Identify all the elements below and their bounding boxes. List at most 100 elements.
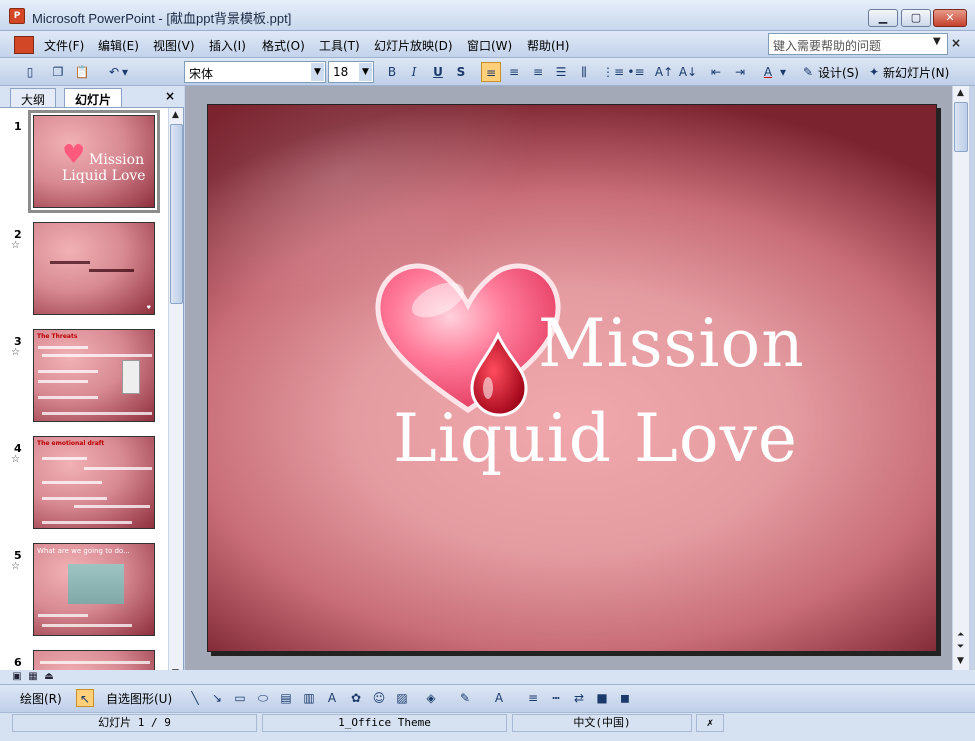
pane-close-icon[interactable]: × bbox=[165, 89, 175, 103]
document-icon[interactable] bbox=[14, 36, 34, 54]
font-size-value: 18 bbox=[333, 65, 349, 79]
align-center-icon[interactable]: ≡ bbox=[504, 62, 524, 82]
underline-button[interactable]: U bbox=[428, 62, 448, 82]
menu-insert[interactable]: 插入(I) bbox=[209, 37, 246, 54]
font-size-select[interactable]: 18 ▼ bbox=[328, 61, 374, 83]
minimize-button[interactable]: ▁ bbox=[868, 9, 898, 27]
shadow-button[interactable]: S bbox=[451, 62, 471, 82]
fill-color-icon[interactable]: ◈ bbox=[422, 689, 440, 707]
scroll-up-icon[interactable]: ▲ bbox=[172, 110, 179, 120]
shadow-style-icon[interactable]: ■ bbox=[593, 689, 611, 707]
decrease-indent-icon[interactable]: ⇤ bbox=[706, 62, 726, 82]
slide-thumbnail-2[interactable]: ♥ bbox=[33, 222, 155, 315]
bold-button[interactable]: B bbox=[382, 62, 402, 82]
maximize-button[interactable]: ▢ bbox=[901, 9, 931, 27]
slide-thumbnail-3[interactable]: The Threats bbox=[33, 329, 155, 422]
dash-style-icon[interactable]: ┅ bbox=[547, 689, 565, 707]
copy-icon[interactable]: ❐ bbox=[48, 62, 68, 82]
font-color-icon[interactable]: A bbox=[490, 689, 508, 707]
animation-star-icon: ☆ bbox=[11, 347, 20, 358]
tab-slides[interactable]: 幻灯片 bbox=[64, 88, 123, 107]
help-search-input[interactable]: 键入需要帮助的问题 bbox=[768, 33, 948, 55]
font-color-icon[interactable]: A bbox=[758, 62, 778, 82]
line-style-icon[interactable]: ≡ bbox=[524, 689, 542, 707]
line-icon[interactable]: ╲ bbox=[186, 689, 204, 707]
arrow-style-icon[interactable]: ⇄ bbox=[570, 689, 588, 707]
slide-sorter-view-icon[interactable]: ▦ bbox=[26, 671, 40, 683]
current-slide[interactable]: Mission Liquid Love bbox=[207, 104, 937, 652]
slide-scrollbar[interactable]: ▲ ⏶ ⏷ ▼ bbox=[952, 86, 969, 670]
numbering-icon[interactable]: ⋮≡ bbox=[602, 62, 624, 82]
textbox-icon[interactable]: ▤ bbox=[277, 689, 295, 707]
thumbnail-list: 1 ♥ Mission Liquid Love 2 ☆ ♥ 3 ☆ The Th… bbox=[0, 108, 168, 682]
3d-style-icon[interactable]: ◼ bbox=[616, 689, 634, 707]
oval-icon[interactable]: ⬭ bbox=[254, 689, 272, 707]
tab-outline[interactable]: 大纲 bbox=[10, 88, 57, 107]
close-button[interactable]: ✕ bbox=[933, 9, 967, 27]
select-pointer-icon[interactable]: ↖ bbox=[76, 689, 94, 707]
next-slide-icon[interactable]: ⏷ bbox=[957, 642, 964, 652]
line-color-icon[interactable]: ✎ bbox=[456, 689, 474, 707]
menu-slideshow[interactable]: 幻灯片放映(D) bbox=[374, 37, 453, 54]
bullets-icon[interactable]: •≡ bbox=[626, 62, 646, 82]
arrow-icon[interactable]: ↘ bbox=[208, 689, 226, 707]
align-right-icon[interactable]: ≡ bbox=[528, 62, 548, 82]
new-slide-button[interactable]: 新幻灯片(N) bbox=[883, 64, 949, 81]
scroll-down-icon[interactable]: ▼ bbox=[957, 656, 964, 666]
scrollbar-thumb[interactable] bbox=[170, 124, 183, 304]
slides-pane: 大纲 幻灯片 × 1 ♥ Mission Liquid Love 2 ☆ ♥ 3… bbox=[0, 86, 184, 686]
slide-thumbnail-4[interactable]: The emotional draft bbox=[33, 436, 155, 529]
thumb-text-line bbox=[42, 412, 152, 415]
font-name-dropdown-icon[interactable]: ▼ bbox=[311, 63, 324, 81]
autoshapes-button[interactable]: 自选图形(U) bbox=[106, 690, 172, 707]
powerpoint-app-icon[interactable]: P bbox=[9, 8, 25, 24]
wordart-icon[interactable]: A bbox=[323, 689, 341, 707]
thumb-text-line bbox=[40, 661, 150, 664]
previous-slide-icon[interactable]: ⏶ bbox=[957, 630, 964, 640]
font-name-select[interactable]: 宋体 ▼ bbox=[184, 61, 326, 83]
slide-thumbnail-1[interactable]: ♥ Mission Liquid Love bbox=[28, 110, 160, 213]
slide-title-line2[interactable]: Liquid Love bbox=[393, 400, 798, 477]
new-slide-icon[interactable]: ✦ bbox=[864, 62, 884, 82]
thumb-heading: The emotional draft bbox=[37, 440, 105, 447]
picture-icon[interactable]: ▨ bbox=[393, 689, 411, 707]
scroll-up-icon[interactable]: ▲ bbox=[957, 88, 964, 98]
paste-icon[interactable]: 📋 bbox=[72, 62, 92, 82]
spelling-check-icon[interactable]: ✗ bbox=[696, 714, 724, 732]
scrollbar-thumb[interactable] bbox=[954, 102, 968, 152]
menu-format[interactable]: 格式(O) bbox=[262, 37, 305, 54]
diagram-icon[interactable]: ✿ bbox=[347, 689, 365, 707]
rectangle-icon[interactable]: ▭ bbox=[231, 689, 249, 707]
new-file-icon[interactable]: ▯ bbox=[20, 62, 40, 82]
undo-dropdown-icon[interactable]: ▾ bbox=[120, 62, 130, 82]
font-name-value: 宋体 bbox=[189, 67, 214, 81]
slides-pane-scrollbar[interactable]: ▲ ▼ bbox=[168, 108, 183, 682]
slide-title-line1[interactable]: Mission bbox=[538, 305, 805, 382]
design-button[interactable]: 设计(S) bbox=[818, 64, 859, 81]
draw-menu-button[interactable]: 绘图(R) bbox=[20, 690, 62, 707]
clipart-icon[interactable]: ☺ bbox=[370, 689, 388, 707]
document-close-icon[interactable]: × bbox=[951, 36, 961, 50]
menu-edit[interactable]: 编辑(E) bbox=[98, 37, 139, 54]
menu-window[interactable]: 窗口(W) bbox=[467, 37, 512, 54]
thumb-text-line bbox=[38, 396, 98, 399]
slide-thumbnail-5[interactable]: What are we going to do... bbox=[33, 543, 155, 636]
menu-file[interactable]: 文件(F) bbox=[44, 37, 84, 54]
vertical-text-icon[interactable]: ⫼ bbox=[574, 62, 594, 82]
menu-view[interactable]: 视图(V) bbox=[153, 37, 195, 54]
design-icon[interactable]: ✎ bbox=[798, 62, 818, 82]
decrease-font-icon[interactable]: A↓ bbox=[678, 62, 698, 82]
vertical-textbox-icon[interactable]: ▥ bbox=[300, 689, 318, 707]
normal-view-icon[interactable]: ▣ bbox=[10, 671, 24, 683]
menu-tools[interactable]: 工具(T) bbox=[319, 37, 360, 54]
slideshow-view-icon[interactable]: ⏏ bbox=[42, 671, 56, 683]
font-size-dropdown-icon[interactable]: ▼ bbox=[359, 63, 372, 81]
menu-help[interactable]: 帮助(H) bbox=[527, 37, 569, 54]
increase-font-icon[interactable]: A↑ bbox=[654, 62, 674, 82]
justify-icon[interactable]: ☰ bbox=[551, 62, 571, 82]
italic-button[interactable]: I bbox=[404, 62, 424, 82]
font-color-dropdown-icon[interactable]: ▾ bbox=[778, 62, 788, 82]
align-left-icon[interactable]: ≡ bbox=[481, 62, 501, 82]
increase-indent-icon[interactable]: ⇥ bbox=[730, 62, 750, 82]
help-dropdown-icon[interactable]: ▼ bbox=[933, 36, 941, 47]
